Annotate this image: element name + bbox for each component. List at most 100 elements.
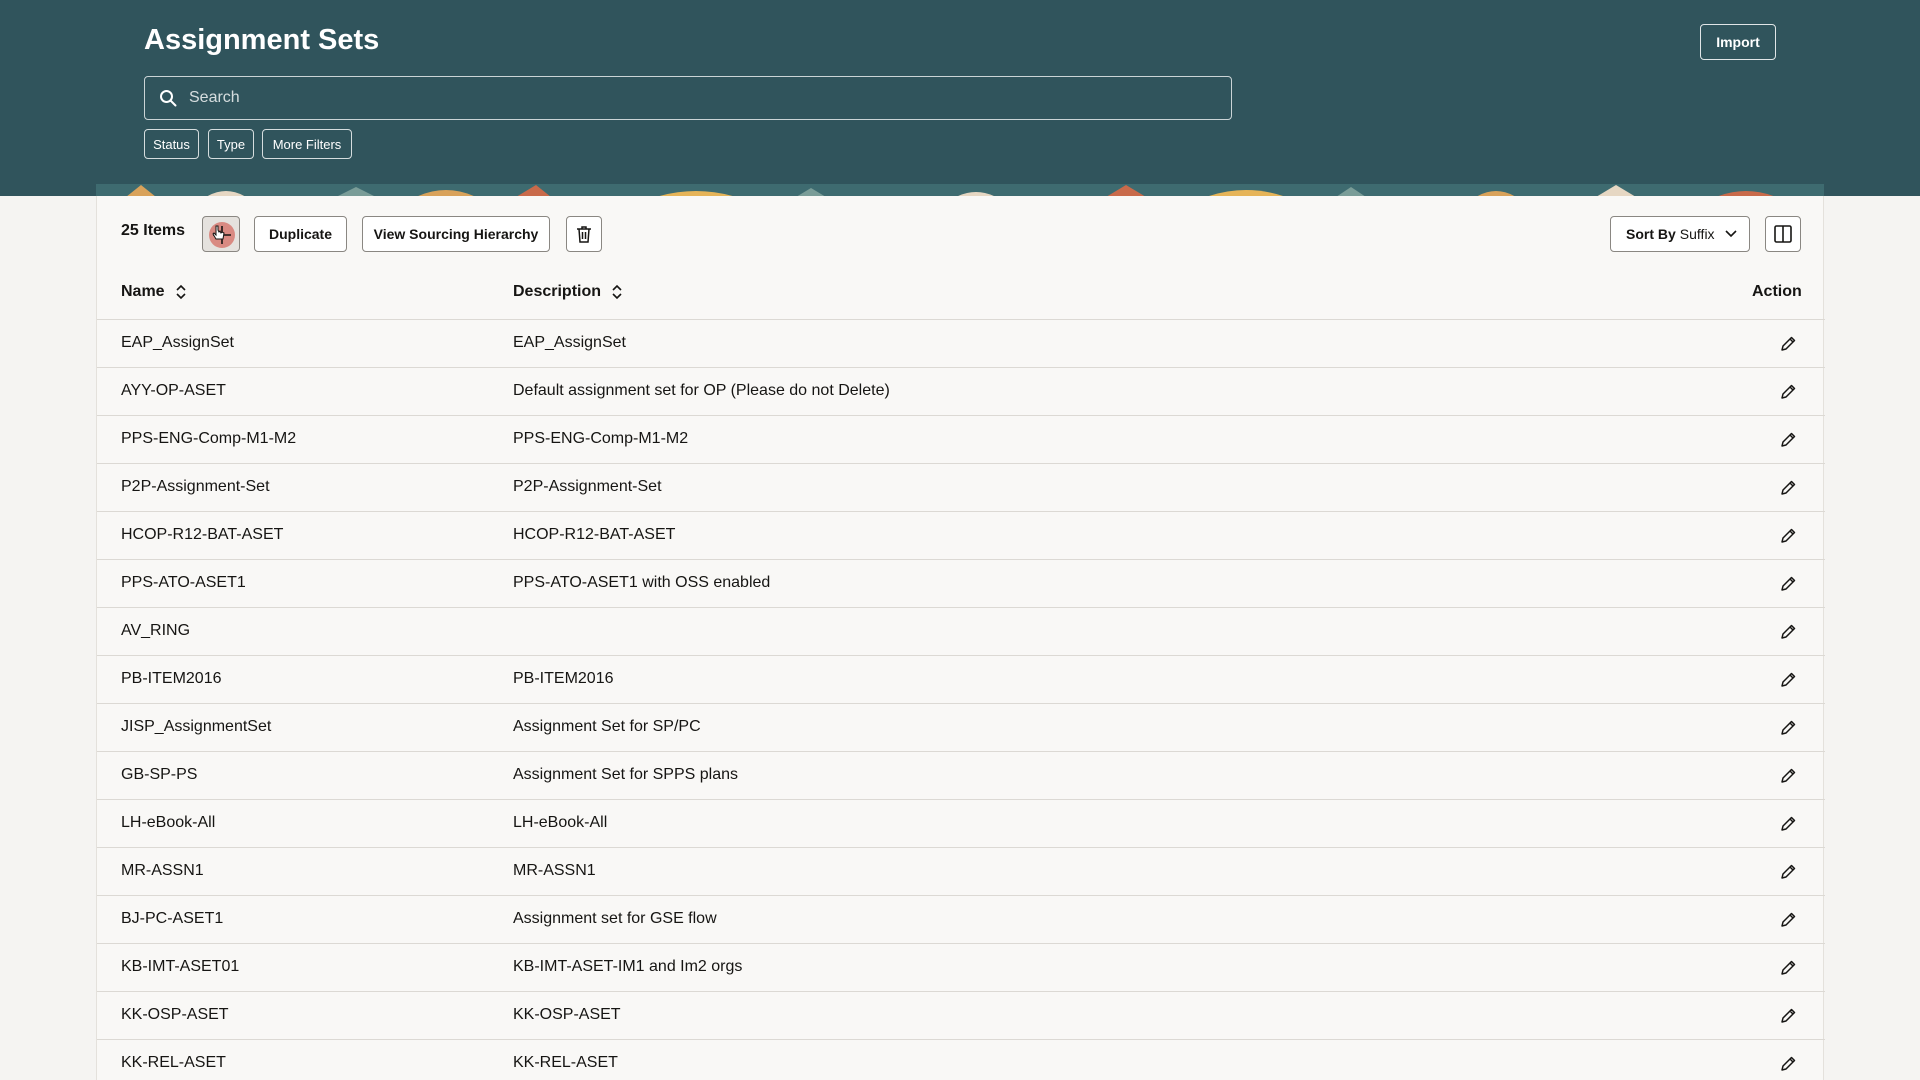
row-description: HCOP-R12-BAT-ASET [513,526,676,543]
pencil-icon [1781,1008,1796,1023]
pencil-icon [1781,576,1796,591]
table-row[interactable]: KK-OSP-ASET KK-OSP-ASET [97,992,1825,1040]
table-row[interactable]: PPS-ATO-ASET1 PPS-ATO-ASET1 with OSS enab… [97,560,1825,608]
decorative-banner [96,184,1824,196]
edit-button[interactable] [1777,957,1799,979]
column-header-name[interactable]: Name [121,283,187,301]
edit-button[interactable] [1777,765,1799,787]
row-description: P2P-Assignment-Set [513,478,662,495]
row-name[interactable]: LH-eBook-All [121,814,215,832]
sort-icon [176,284,186,300]
import-button[interactable]: Import [1700,24,1776,60]
pencil-icon [1781,480,1796,495]
pencil-icon [1781,336,1796,351]
table-row[interactable]: AYY-OP-ASET Default assignment set for OP… [97,368,1825,416]
row-description: PPS-ATO-ASET1 with OSS enabled [513,574,771,591]
table-row[interactable]: HCOP-R12-BAT-ASET HCOP-R12-BAT-ASET [97,512,1825,560]
edit-button[interactable] [1777,1005,1799,1027]
table-header: Name Description Action [97,270,1825,320]
pencil-icon [1781,432,1796,447]
edit-button[interactable] [1777,813,1799,835]
table-panel: 25 Items Duplicate View Sourcing Hierarc… [96,196,1825,1080]
edit-button[interactable] [1777,477,1799,499]
edit-button[interactable] [1777,861,1799,883]
column-name-label: Name [121,283,165,300]
row-name[interactable]: GB-SP-PS [121,766,197,784]
row-description: PB-ITEM2016 [513,670,614,687]
columns-toggle-button[interactable] [1765,216,1801,252]
row-description: Assignment Set for SP/PC [513,718,701,735]
row-name[interactable]: AYY-OP-ASET [121,382,226,400]
pencil-icon [1781,672,1796,687]
edit-button[interactable] [1777,621,1799,643]
pencil-icon [1781,1056,1796,1071]
edit-button[interactable] [1777,429,1799,451]
sort-value: Suffix [1679,226,1715,242]
table-row[interactable]: EAP_AssignSet EAP_AssignSet [97,320,1825,368]
row-name[interactable]: EAP_AssignSet [121,334,234,352]
row-name[interactable]: BJ-PC-ASET1 [121,910,223,928]
row-name[interactable]: PPS-ATO-ASET1 [121,574,246,592]
table-row[interactable]: KK-REL-ASET KK-REL-ASET [97,1040,1825,1080]
edit-button[interactable] [1777,669,1799,691]
row-description: LH-eBook-All [513,814,608,831]
table-row[interactable]: JISP_AssignmentSet Assignment Set for SP/… [97,704,1825,752]
delete-button[interactable] [566,216,602,252]
column-description-label: Description [513,283,602,300]
table-row[interactable]: AV_RING [97,608,1825,656]
table-row[interactable]: LH-eBook-All LH-eBook-All [97,800,1825,848]
row-description: MR-ASSN1 [513,862,596,879]
table-row[interactable]: PPS-ENG-Comp-M1-M2 PPS-ENG-Comp-M1-M2 [97,416,1825,464]
row-name[interactable]: MR-ASSN1 [121,862,204,880]
table-row[interactable]: GB-SP-PS Assignment Set for SPPS plans [97,752,1825,800]
edit-button[interactable] [1777,381,1799,403]
row-name[interactable]: PB-ITEM2016 [121,670,221,688]
row-name[interactable]: PPS-ENG-Comp-M1-M2 [121,430,296,448]
row-description: EAP_AssignSet [513,334,626,351]
pencil-icon [1781,720,1796,735]
row-name[interactable]: HCOP-R12-BAT-ASET [121,526,283,544]
filter-more-chip[interactable]: More Filters [262,129,352,159]
edit-button[interactable] [1777,525,1799,547]
column-header-action: Action [1752,283,1802,300]
edit-button[interactable] [1777,717,1799,739]
sort-select[interactable]: Sort By Suffix [1610,216,1750,252]
row-name[interactable]: AV_RING [121,622,190,640]
chevron-down-icon [1725,230,1737,238]
row-name[interactable]: KB-IMT-ASET01 [121,958,239,976]
page-header: Assignment Sets Import Search Status Typ… [0,0,1920,196]
edit-button[interactable] [1777,333,1799,355]
edit-button[interactable] [1777,573,1799,595]
search-input[interactable]: Search [144,76,1232,120]
columns-icon [1774,225,1792,243]
view-sourcing-hierarchy-button[interactable]: View Sourcing Hierarchy [362,216,550,252]
add-button[interactable] [202,216,240,252]
table-row[interactable]: KB-IMT-ASET01 KB-IMT-ASET-IM1 and Im2 org… [97,944,1825,992]
column-header-description[interactable]: Description [513,283,623,301]
row-description: Assignment Set for SPPS plans [513,766,738,783]
table-row[interactable]: P2P-Assignment-Set P2P-Assignment-Set [97,464,1825,512]
pencil-icon [1781,912,1796,927]
table-row[interactable]: BJ-PC-ASET1 Assignment set for GSE flow [97,896,1825,944]
pencil-icon [1781,768,1796,783]
trash-icon [577,226,591,243]
row-description: KK-REL-ASET [513,1054,618,1071]
table-row[interactable]: MR-ASSN1 MR-ASSN1 [97,848,1825,896]
row-description: KB-IMT-ASET-IM1 and Im2 orgs [513,958,743,975]
table-row[interactable]: PB-ITEM2016 PB-ITEM2016 [97,656,1825,704]
filter-status-chip[interactable]: Status [144,129,199,159]
pencil-icon [1781,528,1796,543]
search-placeholder: Search [189,89,240,106]
table-body: EAP_AssignSet EAP_AssignSet AYY-OP-ASET Def… [97,320,1825,1080]
cursor-icon [212,225,225,240]
row-name[interactable]: KK-OSP-ASET [121,1006,229,1024]
edit-button[interactable] [1777,909,1799,931]
pencil-icon [1781,864,1796,879]
row-name[interactable]: P2P-Assignment-Set [121,478,270,496]
row-name[interactable]: KK-REL-ASET [121,1054,226,1072]
row-description: Assignment set for GSE flow [513,910,717,927]
edit-button[interactable] [1777,1053,1799,1075]
row-name[interactable]: JISP_AssignmentSet [121,718,271,736]
duplicate-button[interactable]: Duplicate [254,216,347,252]
filter-type-chip[interactable]: Type [208,129,254,159]
